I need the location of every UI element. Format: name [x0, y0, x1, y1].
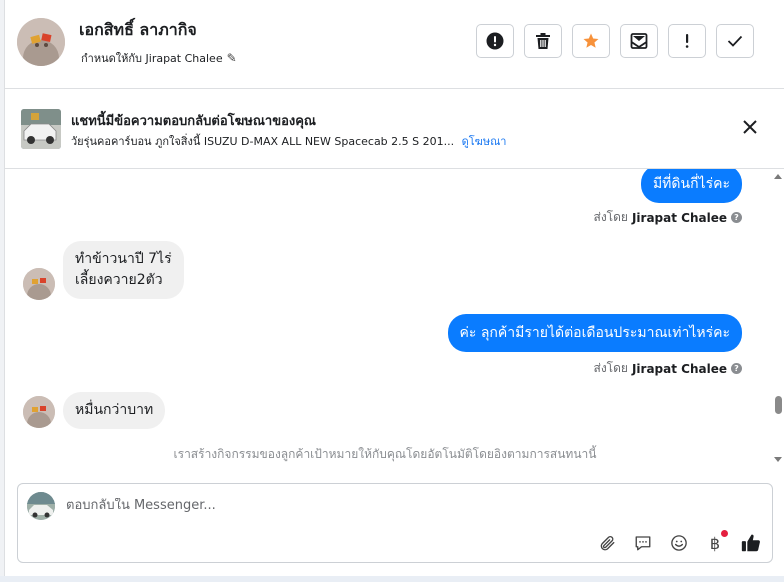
thread-scrollbar[interactable] — [772, 170, 784, 466]
baht-icon: ฿ — [709, 533, 721, 553]
conversation-header: เอกสิทธิ์ ลาภากิจ กำหนดให้กับ Jirapat Ch… — [5, 0, 784, 89]
sender-name: Jirapat Chalee — [631, 210, 727, 225]
ad-banner-description: วัยรุ่นคอคาร์บอน ภูกใจสิ่งนี้ ISUZU D-MA… — [71, 132, 506, 150]
message-thread[interactable]: มีที่ดินกี่ไร่คะ ส่งโดย Jirapat Chalee ?… — [5, 169, 784, 469]
ad-thumbnail[interactable] — [21, 109, 61, 149]
close-icon — [743, 120, 757, 134]
contact-avatar-small[interactable] — [23, 396, 55, 428]
assign-label: กำหนดให้กับ Jirapat Chalee — [81, 52, 223, 65]
contact-avatar-small[interactable] — [23, 268, 55, 300]
ad-reply-banner: แชทนี้มีข้อความตอบกลับต่อโฆษณาของคุณ วัย… — [5, 89, 784, 169]
trash-icon — [536, 33, 550, 49]
auto-activity-note: เราสร้างกิจกรรมของลูกค้าเป้าหมายให้กับคุ… — [173, 447, 597, 461]
smiley-icon — [671, 535, 687, 551]
sender-name: Jirapat Chalee — [631, 361, 727, 376]
assignment-row[interactable]: กำหนดให้กับ Jirapat Chalee ✎ — [81, 49, 237, 67]
incoming-message[interactable]: ทำข้าวนาปี 7ไร่ เลี้ยงควาย2ตัว — [63, 241, 184, 299]
scroll-down-arrow-icon[interactable] — [774, 457, 782, 462]
sent-by-label: ส่งโดย Jirapat Chalee ? — [594, 359, 742, 378]
saved-replies-button[interactable] — [632, 532, 654, 554]
paperclip-icon — [600, 536, 615, 551]
reply-input[interactable] — [66, 498, 566, 513]
like-button[interactable] — [740, 532, 762, 554]
ad-description-text: วัยรุ่นคอคาร์บอน ภูกใจสิ่งนี้ ISUZU D-MA… — [71, 135, 455, 148]
spam-button[interactable] — [668, 24, 706, 58]
check-icon — [727, 35, 743, 47]
mark-unread-button[interactable] — [620, 24, 658, 58]
report-button[interactable] — [476, 24, 514, 58]
contact-avatar[interactable] — [17, 18, 65, 66]
exclamation-icon — [685, 34, 689, 48]
page-avatar — [27, 492, 55, 520]
bottom-edge — [0, 576, 784, 582]
contact-name[interactable]: เอกสิทธิ์ ลาภากิจ — [79, 18, 197, 43]
outgoing-message[interactable]: ค่ะ ลุกค้ามีรายได้ต่อเดือนประมาณเท่าไหร่… — [447, 314, 742, 352]
composer-toolbar: ฿ — [596, 530, 762, 554]
attach-button[interactable] — [596, 532, 618, 554]
ad-banner-title: แชทนี้มีข้อความตอบกลับต่อโฆษณาของคุณ — [71, 114, 316, 129]
pencil-icon[interactable]: ✎ — [227, 51, 237, 65]
notification-dot — [721, 530, 728, 537]
incoming-message[interactable]: หมื่นกว่าบาท — [63, 392, 166, 429]
info-icon[interactable]: ? — [731, 363, 742, 374]
thumbs-up-icon — [741, 534, 760, 552]
emoji-button[interactable] — [668, 532, 690, 554]
sent-by-label: ส่งโดย Jirapat Chalee ? — [594, 208, 742, 227]
close-banner-button[interactable] — [738, 115, 762, 139]
scrollbar-thumb[interactable] — [775, 396, 782, 414]
star-icon — [583, 33, 599, 48]
messenger-conversation-panel: เอกสิทธิ์ ลาภากิจ กำหนดให้กับ Jirapat Ch… — [0, 0, 784, 582]
chat-bubble-icon — [635, 536, 651, 551]
alert-circle-icon — [486, 32, 504, 50]
view-ad-link[interactable]: ดูโฆษณา — [462, 135, 507, 148]
message-composer: ฿ — [17, 483, 773, 563]
delete-button[interactable] — [524, 24, 562, 58]
scroll-up-arrow-icon[interactable] — [774, 174, 782, 179]
payment-button[interactable]: ฿ — [704, 530, 728, 554]
info-icon[interactable]: ? — [731, 212, 742, 223]
outgoing-message[interactable]: มีที่ดินกี่ไร่คะ — [640, 169, 742, 203]
envelope-icon — [630, 33, 648, 49]
mark-done-button[interactable] — [716, 24, 754, 58]
star-button[interactable] — [572, 24, 610, 58]
conversation-actions — [476, 24, 754, 58]
